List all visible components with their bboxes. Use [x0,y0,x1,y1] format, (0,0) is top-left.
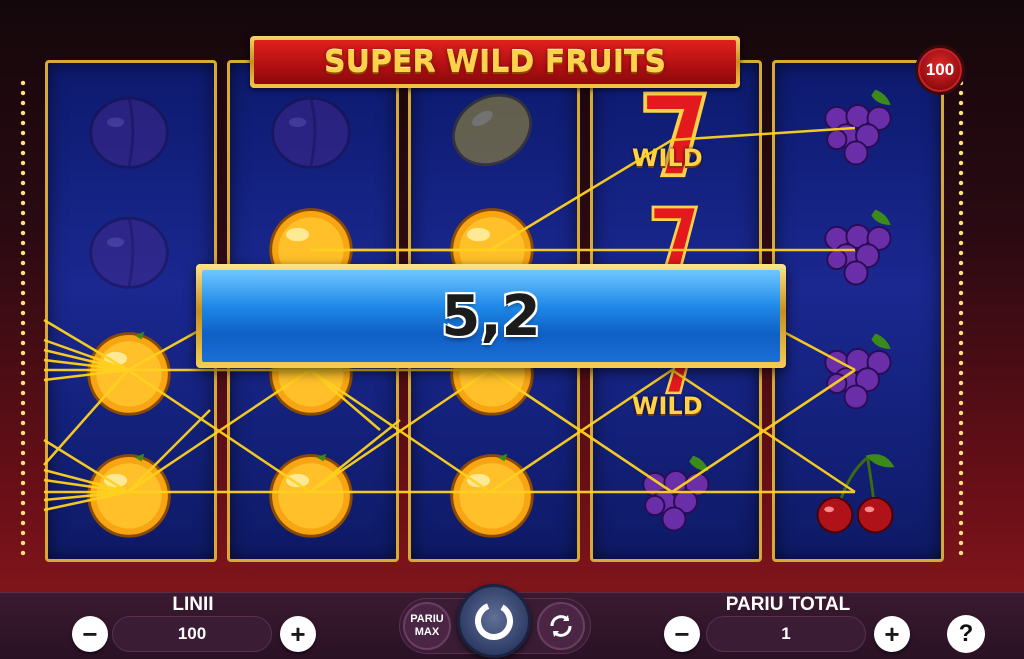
grapes-symbol [808,80,904,176]
game-stage: WILD WILD SUPER WILD FRUITS 100 5,2 [0,0,1024,592]
wild-label: WILD [632,392,703,420]
win-amount: 5,2 [441,283,541,349]
lines-increase-button[interactable]: + [280,616,316,652]
lines-count-badge: 100 [915,45,965,95]
game-title-banner: SUPER WILD FRUITS [250,36,740,88]
wild-label: WILD [632,144,703,172]
lines-value: 100 [112,616,272,652]
orange-symbol [444,446,540,542]
win-amount-banner: 5,2 [196,264,786,368]
lemon-symbol [444,80,540,176]
bet-decrease-button[interactable]: − [664,616,700,652]
bet-increase-button[interactable]: + [874,616,910,652]
grapes-symbol [626,446,722,542]
plum-symbol [81,200,177,296]
game-title: SUPER WILD FRUITS [324,44,666,80]
lines-decrease-button[interactable]: − [72,616,108,652]
wild-seven-symbol: WILD [626,338,722,426]
help-button[interactable]: ? [947,615,985,653]
autoplay-icon [550,615,572,637]
orange-symbol [81,324,177,420]
grapes-symbol [808,324,904,420]
wild-seven-symbol [626,200,722,270]
orange-symbol [263,446,359,542]
max-bet-label-line2: MAX [414,626,440,638]
wild-seven-symbol: WILD [626,82,722,182]
spin-button[interactable] [457,584,531,658]
total-bet-label: PARIU TOTAL [725,594,851,615]
plum-symbol [81,80,177,176]
left-payline-markers [20,78,26,556]
right-payline-markers [958,78,964,556]
plum-symbol [263,80,359,176]
total-bet-value: 1 [706,616,866,652]
max-bet-label-line1: PARIU [410,613,444,626]
cherries-symbol [808,446,904,542]
spin-controls: PARIU MAX [395,584,595,659]
autoplay-button[interactable] [537,602,585,650]
spin-icon [475,602,513,640]
max-bet-button[interactable]: PARIU MAX [403,602,451,650]
lines-label: LINII [172,594,214,615]
orange-symbol [81,446,177,542]
grapes-symbol [808,200,904,296]
